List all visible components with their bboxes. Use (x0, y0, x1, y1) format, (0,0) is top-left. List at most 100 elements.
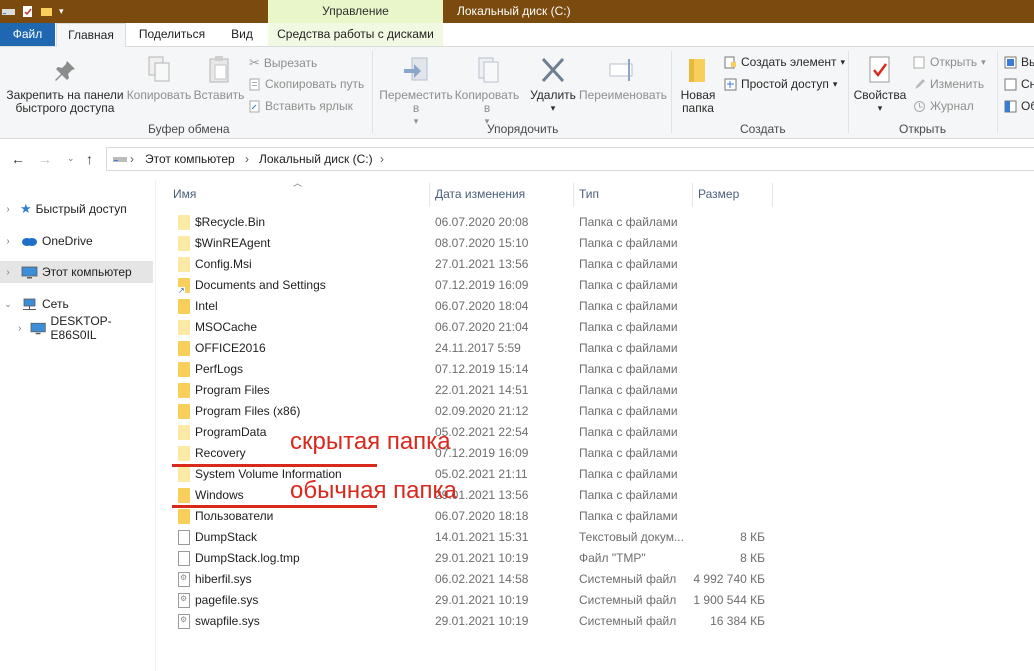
chevron-down-icon[interactable]: ▾ (59, 6, 64, 17)
file-row[interactable]: ↗ Documents and Settings 07.12.2019 16:09 П… (172, 275, 772, 296)
file-row[interactable]: DumpStack 14.01.2021 15:31 Текстовый докум… (172, 527, 772, 548)
copy-to-button[interactable]: Копировать в ▾ (453, 55, 521, 128)
file-row[interactable]: ProgramData 05.02.2021 22:54 Папка с файла… (172, 422, 772, 443)
file-type: Папка с файлами (579, 215, 678, 229)
tab-disk-tools[interactable]: Средства работы с дисками (268, 23, 443, 46)
file-row[interactable]: Пользователи 06.07.2020 18:18 Папка с файл… (172, 506, 772, 527)
file-row[interactable]: PerfLogs 07.12.2019 15:14 Папка с файлами (172, 359, 772, 380)
file-type: Папка с файлами (579, 425, 678, 439)
select-none-button[interactable]: Сн (1004, 77, 1034, 91)
file-row[interactable]: ⚙ pagefile.sys 29.01.2021 10:19 Системный ф… (172, 590, 772, 611)
open-icon (913, 56, 925, 68)
scissors-icon: ✂ (249, 55, 260, 70)
column-header-size[interactable]: Размер (693, 183, 773, 207)
copy-path-button[interactable]: Скопировать путь (249, 77, 364, 91)
new-folder-icon (689, 59, 705, 82)
file-type: Текстовый докум... (579, 530, 684, 544)
file-name: DumpStack.log.tmp (195, 551, 300, 565)
file-name: swapfile.sys (195, 614, 260, 628)
rename-button[interactable]: Переименовать (578, 55, 668, 102)
chevron-right-icon[interactable]: › (12, 323, 27, 334)
file-row[interactable]: ⚙ hiberfil.sys 06.02.2021 14:58 Системный ф… (172, 569, 772, 590)
file-row[interactable]: Windows 29.01.2021 13:56 Папка с файлами (172, 485, 772, 506)
nav-label: OneDrive (42, 234, 93, 248)
file-row[interactable]: $Recycle.Bin 06.07.2020 20:08 Папка с файл… (172, 212, 772, 233)
select-none-label: Сн (1021, 77, 1034, 91)
chevron-right-icon[interactable]: › (0, 236, 16, 247)
file-row[interactable]: MSOCache 06.07.2020 21:04 Папка с файлами (172, 317, 772, 338)
column-header-name[interactable]: Имя (168, 183, 430, 207)
open-button[interactable]: Открыть ▾ (913, 55, 986, 69)
tab-file[interactable]: Файл (0, 23, 55, 46)
column-header-type[interactable]: Тип (574, 183, 693, 207)
file-row[interactable]: Recovery 07.12.2019 16:09 Папка с файлами (172, 443, 772, 464)
file-row[interactable]: Program Files 22.01.2021 14:51 Папка с фай… (172, 380, 772, 401)
file-row[interactable]: OFFICE2016 24.11.2017 5:59 Папка с файлами (172, 338, 772, 359)
file-name: ProgramData (195, 425, 267, 439)
folder-icon (178, 467, 190, 482)
nav-this-pc[interactable]: › Этот компьютер (0, 261, 153, 283)
file-row[interactable]: DumpStack.log.tmp 29.01.2021 10:19 Файл "T… (172, 548, 772, 569)
breadcrumb-separator-icon[interactable]: › (380, 152, 384, 166)
address-bar[interactable]: › Этот компьютер › Локальный диск (C:) › (106, 147, 1034, 171)
new-folder-button[interactable]: Новая папка (677, 55, 719, 115)
file-row[interactable]: Program Files (x86) 02.09.2020 21:12 Папка… (172, 401, 772, 422)
paste-shortcut-button[interactable]: Вставить ярлык (249, 99, 353, 113)
up-arrow-icon[interactable]: ↑ (86, 151, 93, 167)
gear-icon: ⚙ (180, 615, 188, 624)
file-type: Папка с файлами (579, 257, 678, 271)
open-label: Открыть (930, 55, 978, 69)
invert-selection-button[interactable]: Об (1004, 99, 1034, 113)
nav-network[interactable]: ⌄ Сеть (0, 293, 153, 315)
tab-share[interactable]: Поделиться (133, 23, 211, 46)
ribbon: Закрепить на панели быстрого доступа Коп… (0, 47, 1034, 139)
properties-icon[interactable] (21, 5, 34, 18)
easy-access-button[interactable]: Простой доступ ▾ (724, 77, 837, 91)
new-folder-icon[interactable] (40, 5, 53, 18)
file-row[interactable]: ⚙ swapfile.sys 29.01.2021 10:19 Системный ф… (172, 611, 772, 632)
breadcrumb-local-disk[interactable]: Локальный диск (C:) (259, 152, 373, 166)
file-row[interactable]: Config.Msi 27.01.2021 13:56 Папка с файлам… (172, 254, 772, 275)
cut-button[interactable]: ✂ Вырезать (249, 55, 317, 71)
chevron-down-icon[interactable]: ⌄ (0, 299, 16, 310)
chevron-right-icon[interactable]: › (0, 204, 16, 215)
file-row[interactable]: Intel 06.07.2020 18:04 Папка с файлами (172, 296, 772, 317)
history-button[interactable]: Журнал (913, 99, 974, 113)
file-row[interactable]: System Volume Information 05.02.2021 21:1… (172, 464, 772, 485)
file-type: Файл "TMP" (579, 551, 646, 565)
chevron-right-icon[interactable]: › (0, 267, 16, 278)
file-size: 4 992 740 КБ (693, 572, 765, 586)
breadcrumb-separator-icon[interactable]: › (245, 152, 249, 166)
tab-view[interactable]: Вид (222, 23, 262, 46)
new-group-label: Создать (740, 122, 786, 136)
edit-button[interactable]: Изменить (913, 77, 984, 91)
file-row[interactable]: $WinREAgent 08.07.2020 15:10 Папка с файла… (172, 233, 772, 254)
column-header-date[interactable]: Дата изменения (430, 183, 574, 207)
new-item-icon (724, 56, 736, 68)
copy-button[interactable]: Копировать (126, 55, 192, 102)
new-item-button[interactable]: Создать элемент ▾ (724, 55, 845, 69)
move-to-button[interactable]: Переместить в ▾ (379, 55, 453, 128)
ribbon-separator (671, 51, 672, 133)
properties-button[interactable]: Свойства ▾ (852, 55, 908, 115)
nav-quick-access[interactable]: › ★ Быстрый доступ (0, 198, 153, 220)
monitor-icon (30, 322, 46, 334)
pane-splitter[interactable] (155, 180, 156, 671)
tab-home[interactable]: Главная (56, 23, 126, 48)
select-all-button[interactable]: Вы (1004, 55, 1034, 69)
forward-arrow-icon[interactable]: → (38, 151, 52, 167)
breadcrumb-this-pc[interactable]: Этот компьютер (145, 152, 235, 166)
move-to-label: Переместить в (379, 88, 453, 115)
nav-desktop-computer[interactable]: › DESKTOP-E86S0IL (0, 314, 153, 342)
paste-button[interactable]: Вставить (192, 55, 246, 102)
pin-quick-access-button[interactable]: Закрепить на панели быстрого доступа (4, 59, 126, 115)
nav-onedrive[interactable]: › OneDrive (0, 230, 153, 252)
breadcrumb-separator-icon[interactable]: › (130, 152, 134, 166)
chevron-down-icon: ▾ (550, 103, 556, 113)
delete-button[interactable]: Удалить ▾ (528, 55, 578, 115)
back-arrow-icon[interactable]: ← (11, 151, 25, 167)
folder-icon (178, 425, 190, 440)
chevron-down-icon[interactable]: ⌄ (67, 153, 75, 164)
file-date: 27.01.2021 13:56 (435, 257, 529, 271)
gear-icon: ⚙ (180, 594, 188, 603)
